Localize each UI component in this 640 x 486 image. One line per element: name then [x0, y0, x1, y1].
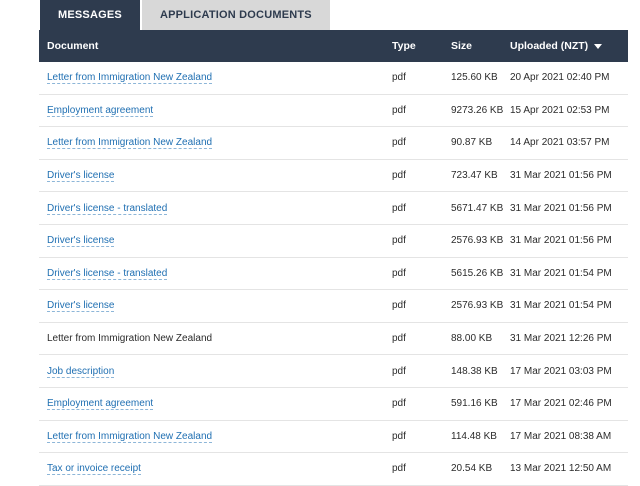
cell-document: Driver's license	[39, 170, 392, 183]
cell-type: pdf	[392, 267, 406, 279]
document-link[interactable]: Driver's license	[47, 300, 115, 313]
table-row: Letter from Immigration New Zealand pdf 88…	[39, 323, 628, 356]
document-link[interactable]: Letter from Immigration New Zealand	[47, 430, 213, 443]
cell-size: 5615.26 KB	[451, 267, 504, 279]
cell-size: 723.47 KB	[451, 170, 498, 182]
cell-uploaded: 13 Mar 2021 12:50 AM	[510, 463, 612, 475]
cell-document: Driver's license - translated	[39, 267, 392, 280]
cell-size: 9273.26 KB	[451, 104, 504, 116]
table-row: Letter from Immigration New Zealand pdf 90…	[39, 127, 628, 160]
column-header-type: Type	[392, 40, 416, 52]
cell-size: 20.54 KB	[451, 463, 493, 475]
cell-type: pdf	[392, 72, 406, 84]
cell-uploaded: 31 Mar 2021 01:56 PM	[510, 170, 612, 182]
cell-uploaded: 31 Mar 2021 01:56 PM	[510, 202, 612, 214]
cell-type: pdf	[392, 300, 406, 312]
table-body: Letter from Immigration New Zealand pdf 12…	[39, 62, 628, 486]
documents-table: Document Type Size Uploaded (NZT) Letter…	[39, 30, 628, 486]
column-header-size: Size	[451, 40, 473, 52]
cell-uploaded: 31 Mar 2021 01:54 PM	[510, 300, 612, 312]
table-row: Driver's license pdf 723.47 KB 31 Mar 2021 …	[39, 160, 628, 193]
cell-document: Driver's license	[39, 235, 392, 248]
document-link[interactable]: Driver's license	[47, 235, 115, 248]
tab-messages[interactable]: MESSAGES	[40, 0, 140, 30]
cell-document: Employment agreement	[39, 104, 392, 117]
cell-document: Letter from Immigration New Zealand	[39, 72, 392, 85]
column-header-uploaded[interactable]: Uploaded (NZT)	[510, 40, 628, 52]
table-row: Driver's license - translated pdf 5615.26 …	[39, 258, 628, 291]
document-link[interactable]: Driver's license - translated	[47, 267, 168, 280]
cell-size: 114.48 KB	[451, 430, 497, 442]
table-row: Driver's license pdf 2576.93 KB 31 Mar 2021…	[39, 290, 628, 323]
cell-type: pdf	[392, 333, 406, 345]
cell-type: pdf	[392, 170, 406, 182]
table-row: Employment agreement pdf 9273.26 KB 15 Apr …	[39, 95, 628, 128]
cell-type: pdf	[392, 398, 406, 410]
cell-size: 5671.47 KB	[451, 202, 504, 214]
cell-uploaded: 31 Mar 2021 12:26 PM	[510, 333, 612, 345]
cell-size: 2576.93 KB	[451, 235, 504, 247]
cell-document: Driver's license	[39, 300, 392, 313]
cell-type: pdf	[392, 104, 406, 116]
cell-document: Tax or invoice receipt	[39, 463, 392, 476]
cell-uploaded: 14 Apr 2021 03:57 PM	[510, 137, 610, 149]
document-name: Letter from Immigration New Zealand	[47, 333, 213, 345]
cell-document: Employment agreement	[39, 398, 392, 411]
table-row: Letter from Immigration New Zealand pdf 12…	[39, 62, 628, 95]
cell-type: pdf	[392, 430, 406, 442]
cell-document: Letter from Immigration New Zealand	[39, 333, 392, 344]
cell-type: pdf	[392, 202, 406, 214]
table-row: Letter from Immigration New Zealand pdf 11…	[39, 421, 628, 454]
cell-size: 90.87 KB	[451, 137, 493, 149]
column-header-uploaded-label: Uploaded (NZT)	[510, 40, 589, 52]
cell-size: 88.00 KB	[451, 333, 493, 345]
cell-document: Letter from Immigration New Zealand	[39, 430, 392, 443]
tab-application-documents[interactable]: APPLICATION DOCUMENTS	[141, 0, 330, 30]
caret-down-icon	[594, 43, 603, 49]
cell-size: 2576.93 KB	[451, 300, 504, 312]
cell-type: pdf	[392, 365, 406, 377]
cell-type: pdf	[392, 463, 406, 475]
cell-uploaded: 20 Apr 2021 02:40 PM	[510, 72, 610, 84]
tab-bar: MESSAGES APPLICATION DOCUMENTS	[40, 0, 330, 30]
cell-document: Letter from Immigration New Zealand	[39, 137, 392, 150]
cell-type: pdf	[392, 235, 406, 247]
column-header-document: Document	[47, 40, 99, 52]
table-row: Employment agreement pdf 591.16 KB 17 Mar 2…	[39, 388, 628, 421]
document-link[interactable]: Employment agreement	[47, 398, 154, 411]
cell-uploaded: 31 Mar 2021 01:54 PM	[510, 267, 612, 279]
cell-document: Driver's license - translated	[39, 202, 392, 215]
cell-uploaded: 15 Apr 2021 02:53 PM	[510, 104, 610, 116]
document-link[interactable]: Letter from Immigration New Zealand	[47, 137, 213, 150]
cell-size: 148.38 KB	[451, 365, 498, 377]
cell-uploaded: 17 Mar 2021 08:38 AM	[510, 430, 612, 442]
document-link[interactable]: Tax or invoice receipt	[47, 463, 141, 476]
table-row: Driver's license pdf 2576.93 KB 31 Mar 2021…	[39, 225, 628, 258]
table-row: Job description pdf 148.38 KB 17 Mar 2021 0…	[39, 355, 628, 388]
cell-document: Job description	[39, 365, 392, 378]
cell-uploaded: 17 Mar 2021 03:03 PM	[510, 365, 612, 377]
cell-size: 125.60 KB	[451, 72, 498, 84]
document-link[interactable]: Employment agreement	[47, 104, 154, 117]
table-header: Document Type Size Uploaded (NZT)	[39, 30, 628, 62]
document-link[interactable]: Driver's license - translated	[47, 202, 168, 215]
document-link[interactable]: Letter from Immigration New Zealand	[47, 72, 213, 85]
table-row: Tax or invoice receipt pdf 20.54 KB 13 Mar …	[39, 453, 628, 486]
table-row: Driver's license - translated pdf 5671.47 …	[39, 192, 628, 225]
cell-size: 591.16 KB	[451, 398, 498, 410]
cell-type: pdf	[392, 137, 406, 149]
cell-uploaded: 31 Mar 2021 01:56 PM	[510, 235, 612, 247]
document-link[interactable]: Job description	[47, 365, 115, 378]
cell-uploaded: 17 Mar 2021 02:46 PM	[510, 398, 612, 410]
document-link[interactable]: Driver's license	[47, 170, 115, 183]
